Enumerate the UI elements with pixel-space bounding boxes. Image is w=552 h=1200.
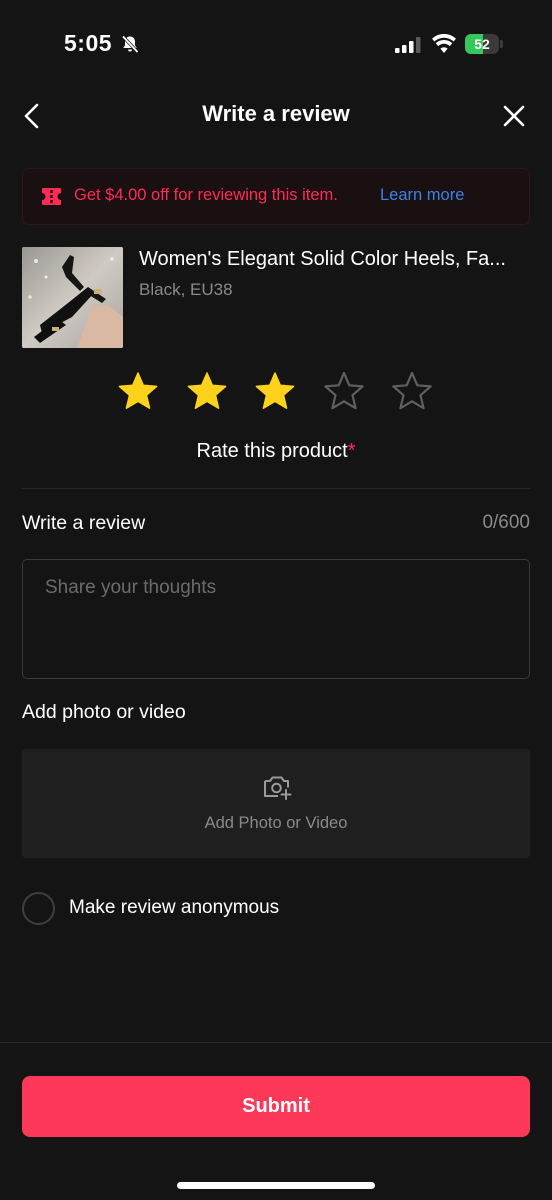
coupon-icon (42, 188, 61, 205)
product-thumbnail (22, 247, 123, 348)
required-mark: * (347, 440, 356, 462)
divider (22, 488, 530, 489)
product-image (22, 247, 123, 348)
review-textarea[interactable] (22, 559, 530, 679)
bell-muted-icon (121, 35, 139, 54)
review-label: Write a review (22, 512, 146, 534)
battery-icon: 52 (465, 34, 503, 54)
camera-add-icon (264, 776, 292, 800)
star-filled-icon[interactable] (254, 370, 296, 412)
star-filled-icon[interactable] (186, 370, 228, 412)
anonymous-radio[interactable] (22, 892, 55, 925)
page-title: Write a review (202, 101, 350, 126)
rating-label: Rate this product* (0, 440, 552, 463)
product-variant: Black, EU38 (139, 280, 233, 299)
status-bar: 5:05 52 (0, 0, 552, 90)
signal-icon (395, 37, 421, 53)
battery-percent: 52 (474, 36, 490, 52)
learn-more-link[interactable]: Learn more (380, 186, 464, 205)
home-indicator (177, 1182, 375, 1189)
review-char-counter: 0/600 (482, 512, 530, 533)
footer-divider (0, 1042, 552, 1043)
rating-label-text: Rate this product (196, 440, 348, 462)
add-media-label: Add Photo or Video (204, 814, 348, 832)
close-icon[interactable] (502, 104, 526, 128)
promo-text: Get $4.00 off for reviewing this item. (74, 186, 338, 204)
add-media-button[interactable]: Add Photo or Video (22, 749, 530, 858)
promo-banner: Get $4.00 off for reviewing this item. L… (22, 168, 530, 225)
product-name: Women's Elegant Solid Color Heels, Fa... (139, 248, 506, 270)
star-empty-icon[interactable] (323, 370, 365, 412)
star-filled-icon[interactable] (117, 370, 159, 412)
anonymous-label[interactable]: Make review anonymous (69, 897, 279, 919)
battery-body: 52 (465, 34, 499, 54)
battery-cap (500, 40, 503, 48)
media-label: Add photo or video (22, 701, 186, 723)
rating-stars (117, 370, 437, 414)
status-time: 5:05 (64, 30, 113, 56)
star-empty-icon[interactable] (391, 370, 433, 412)
submit-button[interactable]: Submit (22, 1076, 530, 1137)
wifi-icon (432, 34, 456, 53)
